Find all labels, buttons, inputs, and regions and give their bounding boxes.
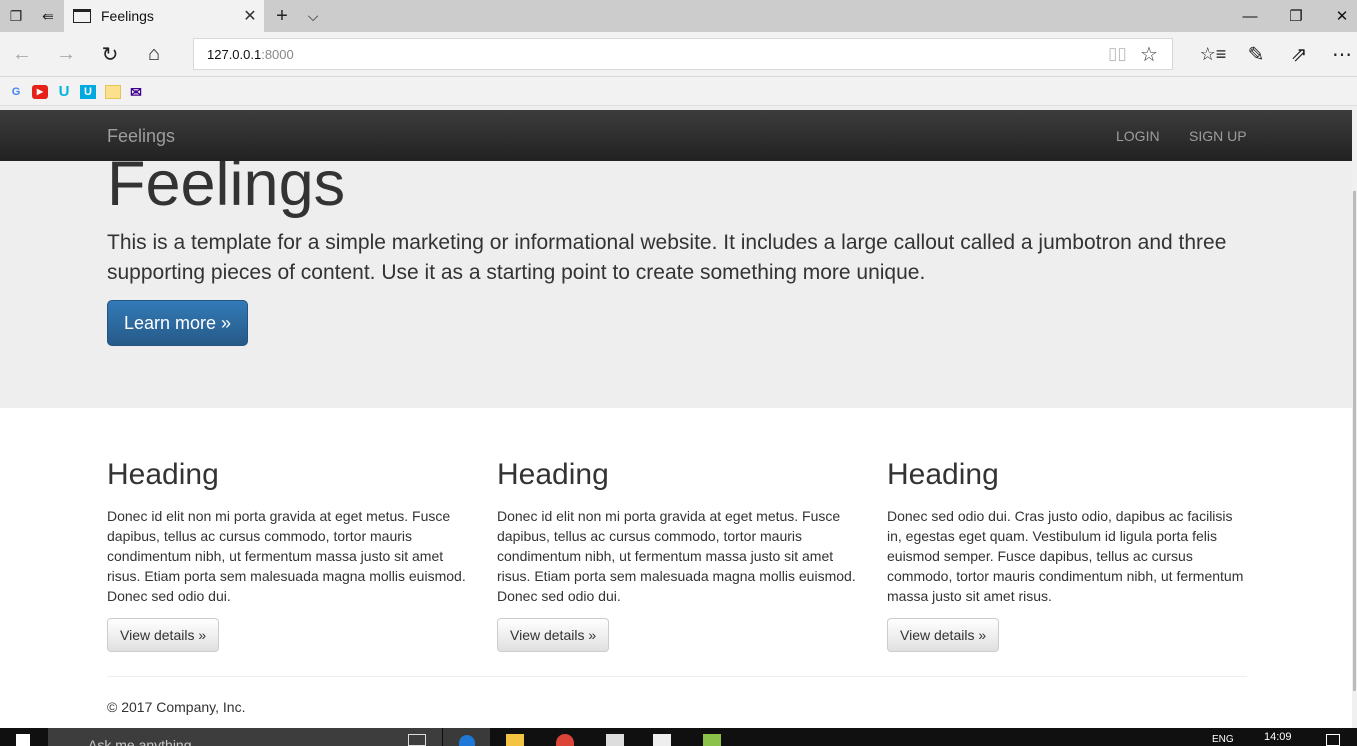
app-icon[interactable] bbox=[653, 734, 671, 746]
close-tab-icon[interactable]: ✕ bbox=[236, 6, 264, 26]
set-aside-icon[interactable]: ⇚ bbox=[32, 0, 64, 32]
new-tab-icon[interactable]: + bbox=[266, 0, 298, 32]
minimize-icon[interactable]: — bbox=[1227, 0, 1273, 32]
bookmark-folder-icon[interactable] bbox=[105, 85, 121, 99]
share-icon[interactable]: ⇗ bbox=[1277, 32, 1321, 76]
home-icon[interactable]: ⌂ bbox=[132, 32, 176, 76]
url-port: :8000 bbox=[261, 47, 294, 62]
favorites-hub-icon[interactable]: ☆≡ bbox=[1191, 32, 1235, 76]
tab-list-icon[interactable]: ⌵ bbox=[297, 0, 329, 32]
more-icon[interactable]: ⋯ bbox=[1320, 32, 1357, 76]
start-icon[interactable] bbox=[16, 734, 30, 746]
bookmark-mail-icon[interactable]: ✉ bbox=[128, 85, 144, 99]
close-window-icon[interactable]: ✕ bbox=[1319, 0, 1357, 32]
task-view-icon[interactable] bbox=[408, 734, 426, 746]
tab-title: Feelings bbox=[101, 8, 154, 24]
store-icon[interactable] bbox=[606, 734, 624, 746]
app-icon-2[interactable] bbox=[703, 734, 721, 746]
bookmark-google-icon[interactable]: G bbox=[8, 85, 24, 99]
chrome-icon[interactable] bbox=[556, 734, 574, 746]
tab-preview-icon[interactable]: ❐ bbox=[0, 0, 32, 32]
learn-more-button[interactable]: Learn more » bbox=[107, 300, 248, 346]
signup-link[interactable]: SIGN UP bbox=[1189, 128, 1247, 144]
scrollbar-thumb[interactable] bbox=[1353, 191, 1356, 691]
address-bar[interactable]: 127.0.0.1:8000 ▯▯ ☆ bbox=[193, 38, 1173, 70]
language-indicator[interactable]: ENG bbox=[1212, 734, 1234, 745]
web-page: Feelings This is a template for a simple… bbox=[0, 106, 1352, 728]
web-note-icon[interactable]: ✎ bbox=[1234, 32, 1278, 76]
restore-icon[interactable]: ❐ bbox=[1273, 0, 1319, 32]
file-explorer-icon[interactable] bbox=[506, 734, 524, 746]
bookmark-youtube-icon[interactable]: ▶ bbox=[32, 85, 48, 99]
login-link[interactable]: LOGIN bbox=[1116, 128, 1160, 144]
jumbotron-text: This is a template for a simple marketin… bbox=[107, 231, 1227, 284]
clock[interactable]: 14:09 bbox=[1264, 731, 1292, 743]
column-heading: Heading bbox=[497, 458, 609, 491]
cortana-search-input[interactable]: Ask me anything bbox=[48, 728, 442, 746]
notifications-icon[interactable] bbox=[1326, 734, 1340, 746]
bookmark-udacity-icon[interactable]: U bbox=[56, 84, 72, 99]
column-text: Donec id elit non mi porta gravida at eg… bbox=[497, 508, 856, 604]
page-icon bbox=[73, 9, 91, 23]
site-navbar: Feelings LOGIN SIGN UP bbox=[0, 110, 1352, 161]
footer-divider bbox=[107, 676, 1247, 677]
column-text: Donec sed odio dui. Cras justo odio, dap… bbox=[887, 508, 1244, 604]
url-host: 127.0.0.1 bbox=[207, 47, 262, 62]
view-details-button[interactable]: View details » bbox=[887, 618, 1000, 652]
view-details-button[interactable]: View details » bbox=[497, 618, 610, 652]
content-column: Heading Donec id elit non mi porta gravi… bbox=[497, 458, 857, 652]
scrollbar[interactable] bbox=[1352, 106, 1357, 728]
tab-bar: ❐ ⇚ Feelings ✕ + ⌵ — ❐ ✕ bbox=[0, 0, 1357, 32]
column-text: Donec id elit non mi porta gravida at eg… bbox=[107, 508, 466, 604]
column-heading: Heading bbox=[887, 458, 999, 491]
reading-view-icon[interactable]: ▯▯ bbox=[1108, 44, 1127, 64]
column-heading: Heading bbox=[107, 458, 219, 491]
footer-text: © 2017 Company, Inc. bbox=[107, 699, 246, 715]
forward-icon[interactable]: → bbox=[44, 32, 88, 76]
bookmark-udacity-square-icon[interactable]: U bbox=[80, 85, 96, 99]
back-icon[interactable]: ← bbox=[0, 32, 44, 76]
navigation-bar: ← → ↻ ⌂ 127.0.0.1:8000 ▯▯ ☆ ☆≡ ✎ ⇗ ⋯ bbox=[0, 32, 1357, 76]
navbar-brand[interactable]: Feelings bbox=[107, 126, 175, 147]
taskbar: Ask me anything ENG 14:09 bbox=[0, 728, 1357, 746]
favorites-bar: G ▶ U U ✉ bbox=[0, 76, 1357, 106]
refresh-icon[interactable]: ↻ bbox=[88, 32, 132, 76]
favorite-star-icon[interactable]: ☆ bbox=[1140, 42, 1158, 67]
content-column: Heading Donec id elit non mi porta gravi… bbox=[107, 458, 467, 652]
edge-taskbar-icon[interactable] bbox=[443, 728, 490, 746]
view-details-button[interactable]: View details » bbox=[107, 618, 220, 652]
tab-feelings[interactable]: Feelings ✕ bbox=[64, 0, 264, 32]
content-column: Heading Donec sed odio dui. Cras justo o… bbox=[887, 458, 1247, 652]
